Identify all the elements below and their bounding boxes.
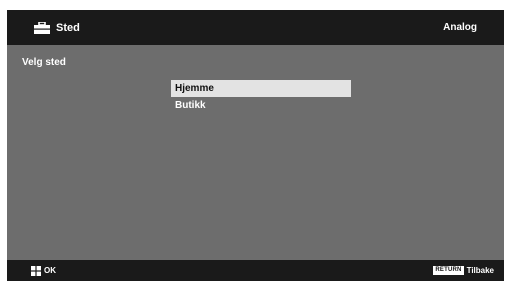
input-mode-label: Analog — [443, 22, 477, 33]
back-label: Tilbake — [466, 266, 494, 275]
section-label: Velg sted — [22, 57, 66, 68]
header-title-group: Sted — [34, 10, 80, 45]
header-bar: Sted Analog — [7, 10, 504, 45]
ok-hint[interactable]: OK — [31, 260, 56, 281]
location-options-list: Hjemme Butikk — [171, 80, 351, 114]
option-butikk[interactable]: Butikk — [171, 97, 351, 114]
option-hjemme[interactable]: Hjemme — [171, 80, 351, 97]
four-squares-icon — [31, 265, 41, 276]
back-hint[interactable]: RETURN Tilbake — [433, 260, 494, 281]
footer-bar: OK RETURN Tilbake — [7, 260, 504, 281]
toolbox-icon — [34, 21, 50, 34]
ok-label: OK — [44, 266, 56, 275]
return-button-badge: RETURN — [433, 266, 464, 275]
page-title: Sted — [56, 21, 80, 34]
tv-menu-screen: Sted Analog Velg sted Hjemme Butikk OK R… — [7, 10, 504, 281]
